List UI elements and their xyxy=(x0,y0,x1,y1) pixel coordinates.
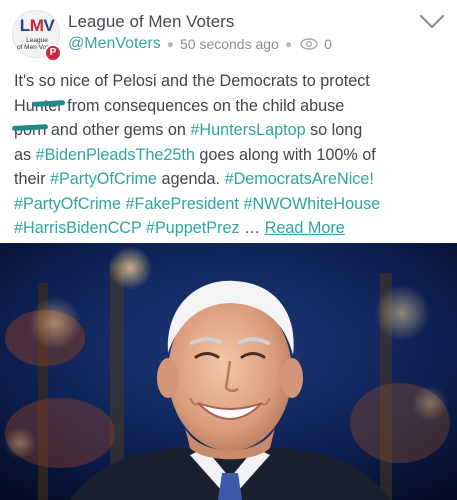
post-text-fragment: goes along with 100% of xyxy=(194,145,376,164)
separator-dot-2: ● xyxy=(284,37,293,51)
hashtag-link[interactable]: #PartyOfCrime xyxy=(50,170,157,188)
avatar-logo: LMV xyxy=(19,16,55,35)
hashtag-link[interactable]: #BidenPleadsThe25th xyxy=(36,146,195,164)
post-photo-illustration xyxy=(0,243,457,500)
hashtag-link[interactable]: #HuntersLaptop xyxy=(190,121,305,139)
hashtag-link[interactable]: #PartyOfCrime xyxy=(14,195,121,213)
post-text-fragment: Hu xyxy=(14,96,35,115)
timestamp: 50 seconds ago xyxy=(179,36,279,52)
post-text-fragment: as xyxy=(14,145,36,164)
read-more-link[interactable]: Read More xyxy=(265,219,345,237)
redaction-mark: nter xyxy=(35,94,63,119)
post-text-fragment: from consequences on the child abuse xyxy=(62,96,345,115)
redaction-mark: porn xyxy=(14,118,46,143)
post-text-fragment: and other gems on xyxy=(46,121,191,139)
post-meta: @MenVoters ● 50 seconds ago ● 0 xyxy=(68,34,332,54)
hashtag-link[interactable]: #FakePresident xyxy=(126,195,239,213)
view-count: 0 xyxy=(324,36,332,52)
parler-badge-icon: P xyxy=(44,44,62,62)
post-image[interactable] xyxy=(0,243,457,500)
post-header: LMV League of Men Voters P League of Men… xyxy=(0,0,457,62)
hashtag-link[interactable]: #DemocratsAreNice! xyxy=(225,170,374,188)
post-text-line: It's so nice of Pelosi and the Democrats… xyxy=(14,72,370,90)
hashtag-link[interactable]: #HarrisBidenCCP xyxy=(14,219,141,237)
separator-dot: ● xyxy=(166,37,174,51)
chevron-down-icon[interactable] xyxy=(419,12,445,32)
author-name[interactable]: League of Men Voters xyxy=(68,12,234,32)
eye-icon xyxy=(300,38,318,50)
post-text-fragment: so long xyxy=(305,121,363,139)
author-handle[interactable]: @MenVoters xyxy=(68,35,161,53)
post-text-fragment: their xyxy=(14,170,50,188)
ellipsis: … xyxy=(239,219,265,237)
avatar[interactable]: LMV League of Men Voters P xyxy=(12,10,62,62)
avatar-logo-caption: League xyxy=(26,37,48,44)
hashtag-link[interactable]: #PuppetPrez xyxy=(146,219,240,237)
post-text-fragment: agenda. xyxy=(157,170,225,188)
hashtag-link[interactable]: #NWOWhiteHouse xyxy=(243,195,380,213)
post-body: It's so nice of Pelosi and the Democrats… xyxy=(14,69,446,241)
